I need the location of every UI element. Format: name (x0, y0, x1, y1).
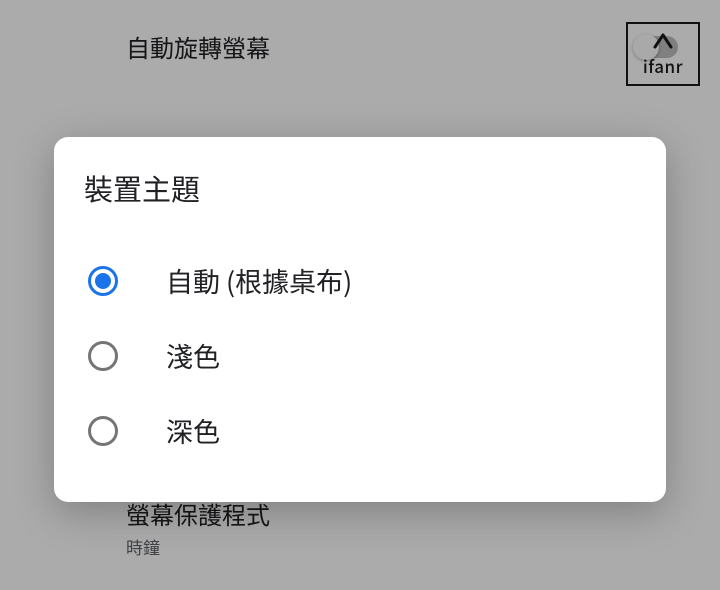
theme-option-auto[interactable]: 自動 (根據桌布) (84, 243, 636, 318)
theme-option-dark-label: 深色 (166, 411, 220, 450)
radio-icon (88, 341, 118, 371)
theme-option-auto-label: 自動 (根據桌布) (166, 261, 352, 300)
radio-icon (88, 416, 118, 446)
dialog-title: 裝置主題 (84, 167, 636, 209)
theme-option-dark[interactable]: 深色 (84, 393, 636, 468)
theme-option-light[interactable]: 淺色 (84, 318, 636, 393)
radio-icon (88, 266, 118, 296)
device-theme-dialog: 裝置主題 自動 (根據桌布) 淺色 深色 (54, 137, 666, 502)
theme-option-light-label: 淺色 (166, 336, 220, 375)
